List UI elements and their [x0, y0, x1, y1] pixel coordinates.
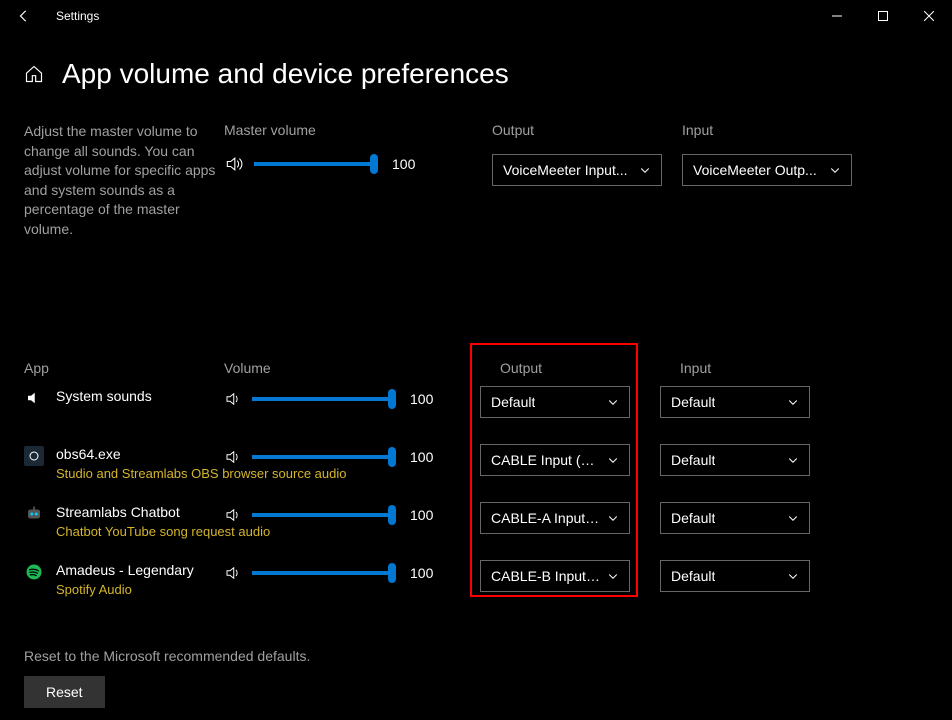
- speaker-icon[interactable]: [224, 564, 242, 582]
- reset-description: Reset to the Microsoft recommended defau…: [24, 648, 928, 664]
- app-output-dropdown[interactable]: CABLE-B Input (VI: [480, 560, 630, 592]
- master-volume-value: 100: [392, 156, 422, 172]
- app-volume-slider[interactable]: [252, 513, 392, 517]
- system-sounds-icon: [24, 388, 44, 408]
- master-volume-label: Master volume: [224, 122, 472, 138]
- speaker-icon[interactable]: [224, 448, 242, 466]
- app-volume-slider[interactable]: [252, 571, 392, 575]
- obs-icon: [24, 446, 44, 466]
- help-text: Adjust the master volume to change all s…: [24, 122, 224, 240]
- chevron-down-icon: [787, 570, 799, 582]
- app-volume-value: 100: [410, 507, 440, 523]
- master-output-label: Output: [492, 122, 682, 138]
- app-output-dropdown[interactable]: CABLE-A Input (V: [480, 502, 630, 534]
- app-row: Streamlabs Chatbot Chatbot YouTube song …: [24, 502, 928, 550]
- app-input-dropdown[interactable]: Default: [660, 560, 810, 592]
- chevron-down-icon: [639, 164, 651, 176]
- home-icon[interactable]: [24, 64, 44, 84]
- app-volume-value: 100: [410, 391, 440, 407]
- maximize-button[interactable]: [860, 0, 906, 32]
- spotify-icon: [24, 562, 44, 582]
- chevron-down-icon: [787, 396, 799, 408]
- speaker-icon[interactable]: [224, 154, 244, 174]
- speaker-icon[interactable]: [224, 506, 242, 524]
- chevron-down-icon: [787, 512, 799, 524]
- master-input-label: Input: [682, 122, 872, 138]
- app-subtext: Spotify Audio: [56, 582, 194, 597]
- app-volume-value: 100: [410, 449, 440, 465]
- chevron-down-icon: [607, 570, 619, 582]
- chevron-down-icon: [787, 454, 799, 466]
- app-input-dropdown[interactable]: Default: [660, 502, 810, 534]
- app-name: Amadeus - Legendary: [56, 562, 194, 578]
- app-volume-value: 100: [410, 565, 440, 581]
- title-bar: Settings: [0, 0, 952, 32]
- page-title: App volume and device preferences: [62, 58, 509, 90]
- speaker-icon[interactable]: [224, 390, 242, 408]
- chevron-down-icon: [607, 454, 619, 466]
- minimize-button[interactable]: [814, 0, 860, 32]
- chevron-down-icon: [607, 512, 619, 524]
- column-header-volume: Volume: [224, 360, 500, 376]
- app-row: System sounds 100 Default Default: [24, 386, 928, 434]
- app-row: obs64.exe Studio and Streamlabs OBS brow…: [24, 444, 928, 492]
- chatbot-icon: [24, 504, 44, 524]
- master-volume-slider[interactable]: [254, 162, 374, 166]
- close-button[interactable]: [906, 0, 952, 32]
- app-row: Amadeus - Legendary Spotify Audio 100 CA…: [24, 560, 928, 608]
- window-controls: [814, 0, 952, 32]
- app-volume-slider[interactable]: [252, 397, 392, 401]
- app-subtext: Chatbot YouTube song request audio: [56, 524, 270, 539]
- app-name: System sounds: [56, 388, 152, 404]
- app-output-dropdown[interactable]: CABLE Input (VB-/: [480, 444, 630, 476]
- window-title: Settings: [56, 9, 99, 23]
- app-subtext: Studio and Streamlabs OBS browser source…: [56, 466, 347, 481]
- column-header-app: App: [24, 360, 224, 376]
- master-output-dropdown[interactable]: VoiceMeeter Input...: [492, 154, 662, 186]
- back-button[interactable]: [8, 0, 40, 32]
- column-header-output: Output: [500, 360, 680, 376]
- column-header-input: Input: [680, 360, 860, 376]
- master-input-dropdown[interactable]: VoiceMeeter Outp...: [682, 154, 852, 186]
- app-input-dropdown[interactable]: Default: [660, 444, 810, 476]
- chevron-down-icon: [829, 164, 841, 176]
- reset-button[interactable]: Reset: [24, 676, 105, 708]
- app-input-dropdown[interactable]: Default: [660, 386, 810, 418]
- app-volume-slider[interactable]: [252, 455, 392, 459]
- chevron-down-icon: [607, 396, 619, 408]
- app-output-dropdown[interactable]: Default: [480, 386, 630, 418]
